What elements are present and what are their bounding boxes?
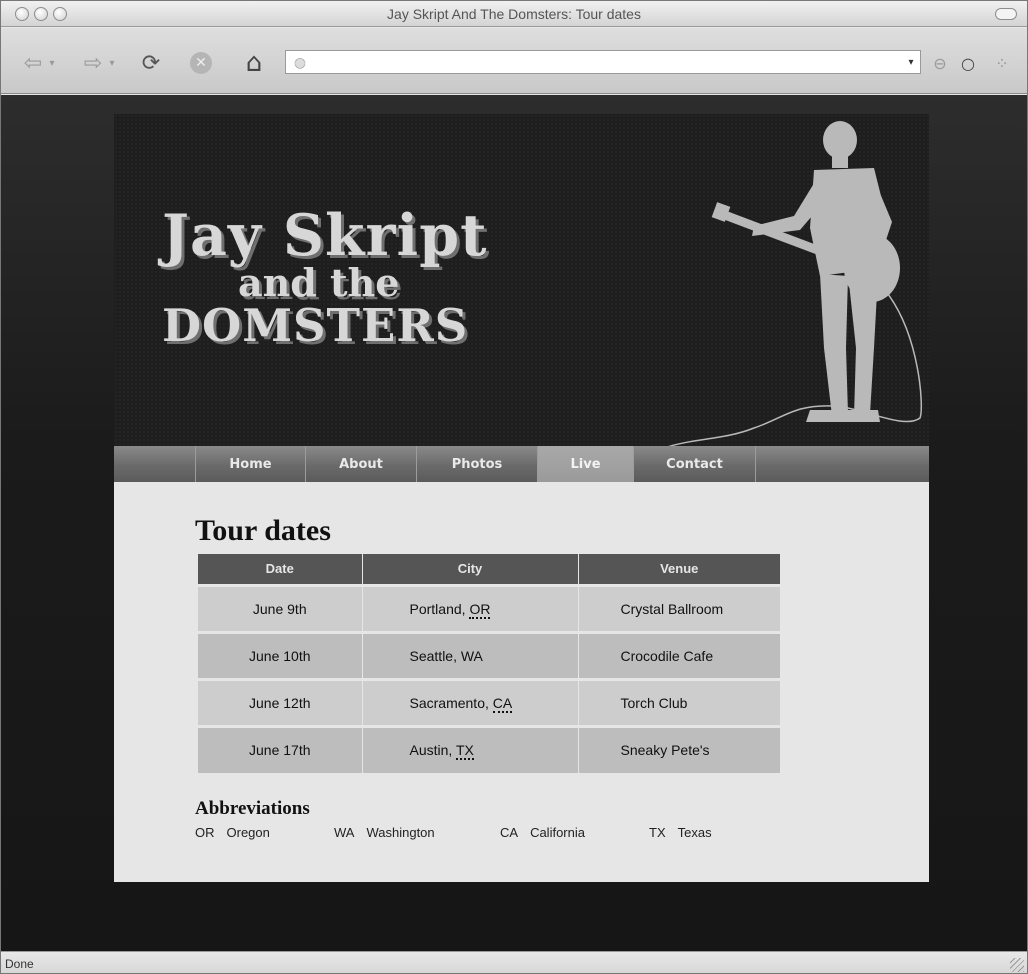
logo-line-1: Jay Skript <box>162 202 488 269</box>
page-title: Tour dates <box>195 514 331 547</box>
toolbar-toggle-button[interactable] <box>995 8 1017 20</box>
stop-icon[interactable]: ✕ <box>187 50 215 76</box>
column-header-venue: Venue <box>577 554 780 585</box>
nav-item-about[interactable]: About <box>305 446 416 482</box>
nav-item-photos[interactable]: Photos <box>416 446 537 482</box>
status-bar: Done <box>1 951 1027 973</box>
cell-city: Sacramento, CA <box>361 677 578 726</box>
abbreviation-item: OR Oregon <box>195 825 334 840</box>
city-name: Portland, <box>409 600 470 617</box>
forward-arrow-icon[interactable]: ⇨ <box>79 50 107 76</box>
abbreviation-item: CA California <box>500 825 649 840</box>
city-name: Seattle, WA <box>409 647 483 664</box>
cell-date: June 17th <box>198 724 362 773</box>
nav-item-home[interactable]: Home <box>195 446 305 482</box>
cell-venue: Crystal Ballroom <box>577 583 780 632</box>
abbreviation-name: Texas <box>677 825 712 840</box>
reload-icon[interactable]: ⟳ <box>137 50 165 76</box>
page-viewport[interactable]: Jay Skript and the DOMSTERS Home About P… <box>1 95 1027 951</box>
cell-date: June 9th <box>198 583 362 632</box>
navigation-toolbar: ⇦ ▾ ⇨ ▾ ⟳ ✕ ⌂ ◍ ▾ ⊖ ○ ⁘ <box>1 28 1027 94</box>
cell-venue: Torch Club <box>577 677 780 726</box>
main-content: Tour dates Date City Venue June 9th Port… <box>114 482 929 882</box>
main-navigation: Home About Photos Live Contact <box>114 446 929 482</box>
abbreviation-code: CA <box>500 825 519 840</box>
resize-grip-icon[interactable] <box>1010 958 1024 972</box>
title-bar: Jay Skript And The Domsters: Tour dates <box>1 1 1027 27</box>
forward-history-dropdown-icon[interactable]: ▾ <box>107 50 117 76</box>
state-abbreviation[interactable]: OR <box>469 600 491 619</box>
page-favicon-icon: ◍ <box>293 53 307 70</box>
city-name: Austin, <box>409 742 456 759</box>
column-header-city: City <box>361 554 578 585</box>
abbreviation-name: Washington <box>366 825 435 840</box>
status-text: Done <box>5 957 34 971</box>
abbreviation-name: California <box>530 825 585 840</box>
band-logo[interactable]: Jay Skript and the DOMSTERS <box>162 206 522 352</box>
search-icon[interactable]: ○ <box>957 50 979 76</box>
tour-dates-table: Date City Venue June 9th Portland, OR Cr… <box>198 554 780 773</box>
logo-line-2: and the <box>238 260 400 305</box>
cell-venue: Sneaky Pete's <box>577 724 780 773</box>
abbreviations-list: OR Oregon WA Washington CA California TX… <box>195 825 769 840</box>
abbreviation-item: TX Texas <box>649 825 769 840</box>
table-header-row: Date City Venue <box>198 554 780 585</box>
state-abbreviation[interactable]: TX <box>455 742 474 761</box>
abbreviation-code: WA <box>334 825 355 840</box>
abbreviation-name: Oregon <box>226 825 270 840</box>
guitarist-silhouette-icon <box>663 121 922 448</box>
home-icon[interactable]: ⌂ <box>239 48 269 78</box>
back-arrow-icon[interactable]: ⇦ <box>19 50 47 76</box>
state-abbreviation[interactable]: CA <box>492 694 513 713</box>
abbreviation-code: TX <box>649 825 666 840</box>
address-history-dropdown-icon[interactable]: ▾ <box>902 57 920 68</box>
browser-window: Jay Skript And The Domsters: Tour dates … <box>0 0 1028 974</box>
address-bar[interactable]: ◍ ▾ <box>285 50 921 74</box>
table-row: June 17th Austin, TX Sneaky Pete's <box>198 724 780 773</box>
go-icon[interactable]: ⊖ <box>929 50 951 76</box>
city-name: Sacramento, <box>409 694 493 711</box>
abbreviations-heading: Abbreviations <box>195 798 310 819</box>
site-page: Jay Skript and the DOMSTERS Home About P… <box>114 114 929 882</box>
cell-date: June 10th <box>198 630 362 679</box>
cell-city: Austin, TX <box>361 724 578 773</box>
window-title: Jay Skript And The Domsters: Tour dates <box>387 6 641 22</box>
abbreviation-item: WA Washington <box>334 825 500 840</box>
cell-venue: Crocodile Cafe <box>577 630 780 679</box>
column-header-date: Date <box>198 554 362 585</box>
table-row: June 10th Seattle, WA Crocodile Cafe <box>198 630 780 679</box>
table-row: June 12th Sacramento, CA Torch Club <box>198 677 780 726</box>
cell-city: Seattle, WA <box>361 630 578 679</box>
nav-item-contact[interactable]: Contact <box>633 446 756 482</box>
back-history-dropdown-icon[interactable]: ▾ <box>47 50 57 76</box>
activity-throbber-icon: ⁘ <box>995 53 1009 73</box>
cell-city: Portland, OR <box>361 583 578 632</box>
abbreviation-code: OR <box>195 825 215 840</box>
cell-date: June 12th <box>198 677 362 726</box>
nav-item-live[interactable]: Live <box>537 446 633 482</box>
site-header: Jay Skript and the DOMSTERS <box>114 114 929 448</box>
table-row: June 9th Portland, OR Crystal Ballroom <box>198 583 780 632</box>
logo-line-3: DOMSTERS <box>162 299 469 352</box>
